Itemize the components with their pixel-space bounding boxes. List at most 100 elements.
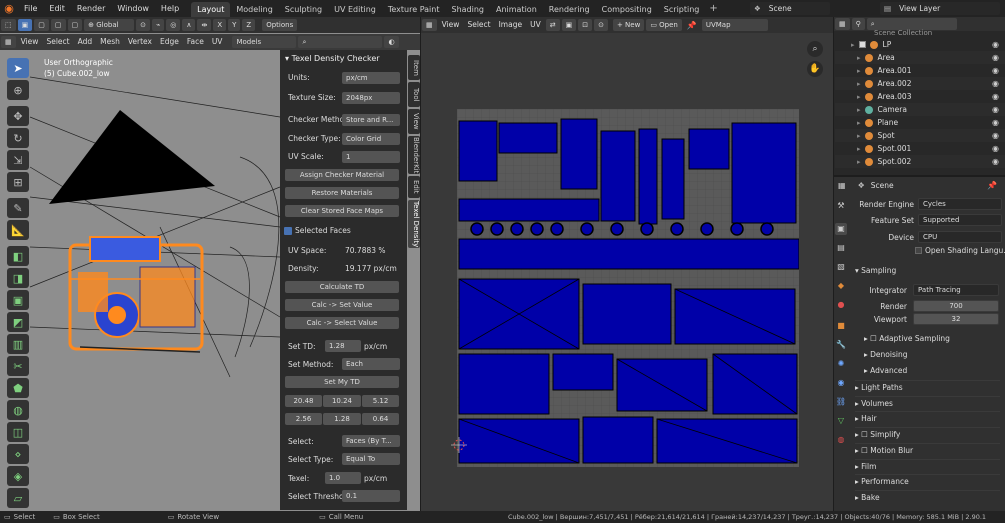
menu-edit[interactable]: Edit: [43, 0, 71, 17]
knife-tool[interactable]: ✂: [7, 356, 29, 376]
expand-arrow-icon[interactable]: ▸: [857, 106, 861, 114]
tab-uv-editing[interactable]: UV Editing: [328, 2, 382, 17]
tab-rendering[interactable]: Rendering: [543, 2, 596, 17]
tab-texture-paint[interactable]: Texture Paint: [382, 2, 446, 17]
add-cube-tool[interactable]: ◧: [7, 246, 29, 266]
set-method-dropdown[interactable]: Each: [342, 358, 400, 370]
preset-button[interactable]: 20.48: [285, 395, 322, 407]
pan-hand-icon[interactable]: ✋: [807, 61, 823, 77]
measure-tool[interactable]: 📐: [7, 220, 29, 240]
texel-field[interactable]: 1.0: [325, 472, 361, 484]
eye-icon[interactable]: ◉: [992, 79, 999, 88]
outliner-item[interactable]: ▸ Spot.001 ◉: [835, 142, 1005, 155]
calc-select-value-button[interactable]: Calc -> Select Value: [285, 317, 399, 329]
data-props-icon[interactable]: ▽: [835, 415, 847, 427]
add-workspace-icon[interactable]: +: [709, 3, 717, 14]
shrink-tool[interactable]: ◈: [7, 466, 29, 486]
scene-props-tab-icon[interactable]: ◆: [835, 280, 847, 292]
bevel-tool[interactable]: ◩: [7, 312, 29, 332]
eye-icon[interactable]: ◉: [992, 157, 999, 166]
integrator-dropdown[interactable]: Path Tracing: [913, 284, 999, 296]
expand-arrow-icon[interactable]: ▸: [857, 54, 861, 62]
open-image-button[interactable]: ▭ Open: [646, 19, 682, 31]
tab-compositing[interactable]: Compositing: [596, 2, 658, 17]
outliner-item[interactable]: ▸ Area.002 ◉: [835, 77, 1005, 90]
outliner-item[interactable]: ▸ Plane ◉: [835, 116, 1005, 129]
smooth-tool[interactable]: ◫: [7, 422, 29, 442]
osl-checkbox[interactable]: Open Shading Langu...: [915, 246, 1005, 255]
units-dropdown[interactable]: px/cm: [342, 72, 400, 84]
denoising-header[interactable]: ▸ Denoising: [864, 348, 907, 362]
threshold-field[interactable]: 0.1: [342, 490, 400, 502]
transform-tool[interactable]: ⊞: [7, 172, 29, 192]
rotate-tool[interactable]: ↻: [7, 128, 29, 148]
eye-icon[interactable]: ◉: [992, 105, 999, 114]
sampling-panel-header[interactable]: ▾ Sampling: [855, 264, 896, 278]
expand-arrow-icon[interactable]: ▸: [857, 145, 861, 153]
tool-props-icon[interactable]: ⚒: [835, 200, 847, 212]
menu-help[interactable]: Help: [155, 0, 185, 17]
tab-tool[interactable]: Tool: [408, 82, 420, 107]
eye-icon[interactable]: ◉: [992, 53, 999, 62]
eye-icon[interactable]: ◉: [992, 118, 999, 127]
uv-pivot-icon[interactable]: ⊙: [594, 19, 608, 31]
panel-header-film[interactable]: ▸ Film: [855, 458, 1000, 473]
outliner-item[interactable]: ▸ LP ◉: [835, 38, 1005, 51]
panel-header-hair[interactable]: ▸ Hair: [855, 411, 1000, 425]
select-type-dropdown[interactable]: Equal To: [342, 453, 400, 465]
uv-editor-type-icon[interactable]: ▦: [422, 19, 437, 31]
render-props-icon[interactable]: ▣: [835, 223, 847, 235]
render-samples-field[interactable]: 700: [913, 300, 999, 312]
shear-tool[interactable]: ▱: [7, 488, 29, 508]
texture-size-dropdown[interactable]: 2048px: [342, 92, 400, 104]
uv-menu-view[interactable]: View: [438, 17, 464, 33]
eye-icon[interactable]: ◉: [992, 144, 999, 153]
panel-header-bake[interactable]: ▸ Bake: [855, 489, 1000, 504]
panel-header-volumes[interactable]: ▸ Volumes: [855, 395, 1000, 410]
view-layer-props-icon[interactable]: ▧: [835, 261, 847, 273]
object-props-icon[interactable]: ■: [835, 320, 847, 332]
uv-sticky-icon[interactable]: ⊡: [578, 19, 593, 31]
new-image-button[interactable]: + New: [612, 19, 645, 31]
eye-icon[interactable]: ◉: [992, 131, 999, 140]
outliner-item[interactable]: ▸ Spot.002 ◉: [835, 155, 1005, 168]
viewport-samples-field[interactable]: 32: [913, 313, 999, 325]
properties-type-icon[interactable]: ▦: [838, 181, 846, 190]
panel-header-light-paths[interactable]: ▸ Light Paths: [855, 380, 1000, 394]
extrude-tool[interactable]: ◨: [7, 268, 29, 288]
tab-animation[interactable]: Animation: [490, 2, 543, 17]
annotate-tool[interactable]: ✎: [7, 198, 29, 218]
outliner-filter-icon[interactable]: ⚲: [851, 18, 865, 30]
inset-tool[interactable]: ▣: [7, 290, 29, 310]
preset-button[interactable]: 1.28: [323, 413, 361, 425]
menu-render[interactable]: Render: [71, 0, 111, 17]
particle-props-icon[interactable]: ✺: [835, 358, 847, 370]
feature-set-dropdown[interactable]: Supported: [918, 214, 1002, 226]
camera-triangle[interactable]: [49, 110, 215, 204]
scene-selector[interactable]: ❖ Scene: [750, 2, 830, 15]
panel-header-simplify[interactable]: ▸ ☐ Simplify: [855, 427, 1000, 441]
constraint-props-icon[interactable]: ⛓: [835, 396, 847, 408]
tab-layout[interactable]: Layout: [191, 1, 231, 17]
uv-scale-field[interactable]: 1: [342, 151, 400, 163]
expand-arrow-icon[interactable]: ▸: [857, 132, 861, 140]
checkbox-icon[interactable]: [858, 41, 866, 48]
loopcut-tool[interactable]: ▥: [7, 334, 29, 354]
uv-menu-select[interactable]: Select: [463, 17, 494, 33]
tab-sculpting[interactable]: Sculpting: [279, 2, 328, 17]
generator-model[interactable]: [68, 236, 204, 353]
preset-button[interactable]: 0.64: [362, 413, 399, 425]
expand-arrow-icon[interactable]: ▸: [857, 158, 861, 166]
expand-arrow-icon[interactable]: ▸: [857, 80, 861, 88]
checker-method-dropdown[interactable]: Store and R...: [342, 114, 400, 126]
restore-materials-button[interactable]: Restore Materials: [285, 187, 399, 199]
uv-editor[interactable]: ▦ View Select Image UV ⇄ ▣ ⊡ ⊙ + New ▭ Open…: [421, 17, 833, 511]
advanced-header[interactable]: ▸ Advanced: [864, 364, 907, 378]
move-tool[interactable]: ✥: [7, 106, 29, 126]
set-td-field[interactable]: 1.28: [325, 340, 361, 352]
select-box-tool[interactable]: ➤: [7, 58, 29, 78]
tab-texel-density[interactable]: Texel Density: [408, 200, 420, 248]
adaptive-sampling-header[interactable]: ▸ ☐ Adaptive Sampling: [864, 332, 950, 346]
tab-shading[interactable]: Shading: [445, 2, 490, 17]
modifier-props-icon[interactable]: 🔧: [835, 339, 847, 351]
